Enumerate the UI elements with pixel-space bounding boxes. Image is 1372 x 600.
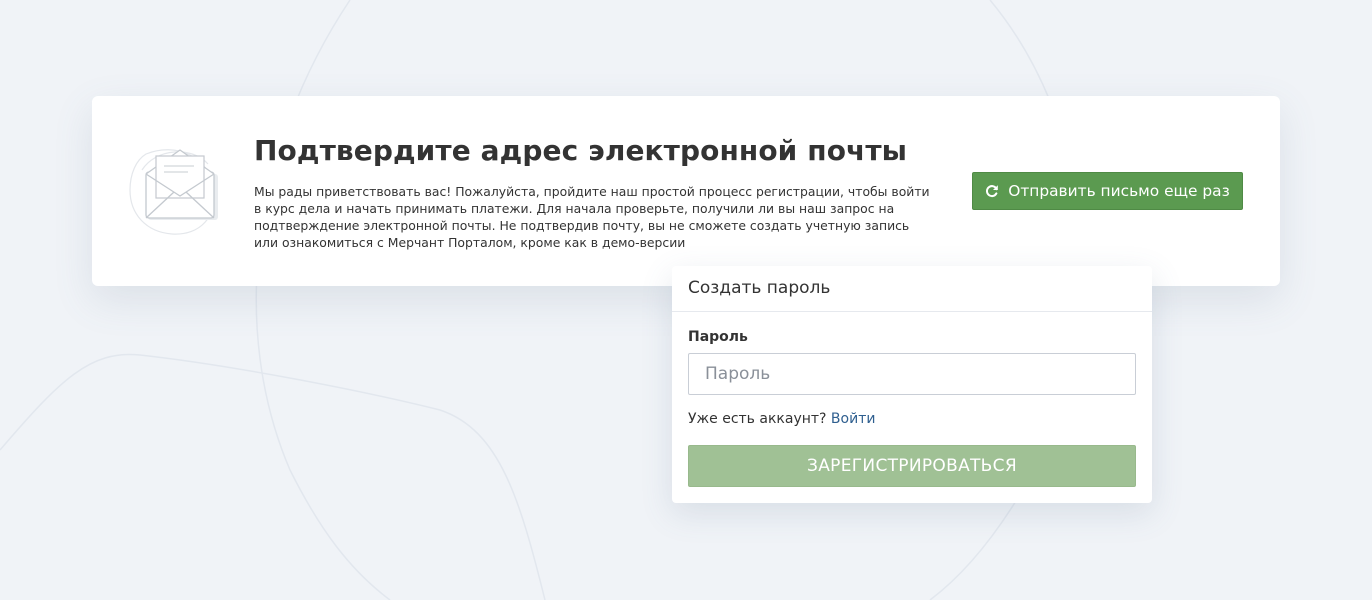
password-label: Пароль xyxy=(688,329,748,345)
have-account-line: Уже есть аккаунт? Войти xyxy=(688,411,875,427)
email-verification-card: Подтвердите адрес электронной почты Мы р… xyxy=(92,96,1280,286)
card-title: Создать пароль xyxy=(688,278,831,298)
resend-email-button[interactable]: Отправить письмо еще раз xyxy=(972,172,1243,210)
envelope-icon xyxy=(126,144,222,240)
card-header: Создать пароль xyxy=(672,266,1152,312)
password-input[interactable] xyxy=(688,353,1136,395)
create-password-card: Создать пароль Пароль Уже есть аккаунт? … xyxy=(672,266,1152,503)
have-account-text: Уже есть аккаунт? xyxy=(688,411,827,427)
refresh-icon xyxy=(985,184,999,198)
register-button[interactable]: ЗАРЕГИСТРИРОВАТЬСЯ xyxy=(688,445,1136,487)
resend-button-label: Отправить письмо еще раз xyxy=(1008,182,1230,200)
page-title: Подтвердите адрес электронной почты xyxy=(254,134,908,167)
verification-description: Мы рады приветствовать вас! Пожалуйста, … xyxy=(254,184,930,250)
login-link[interactable]: Войти xyxy=(831,411,876,427)
